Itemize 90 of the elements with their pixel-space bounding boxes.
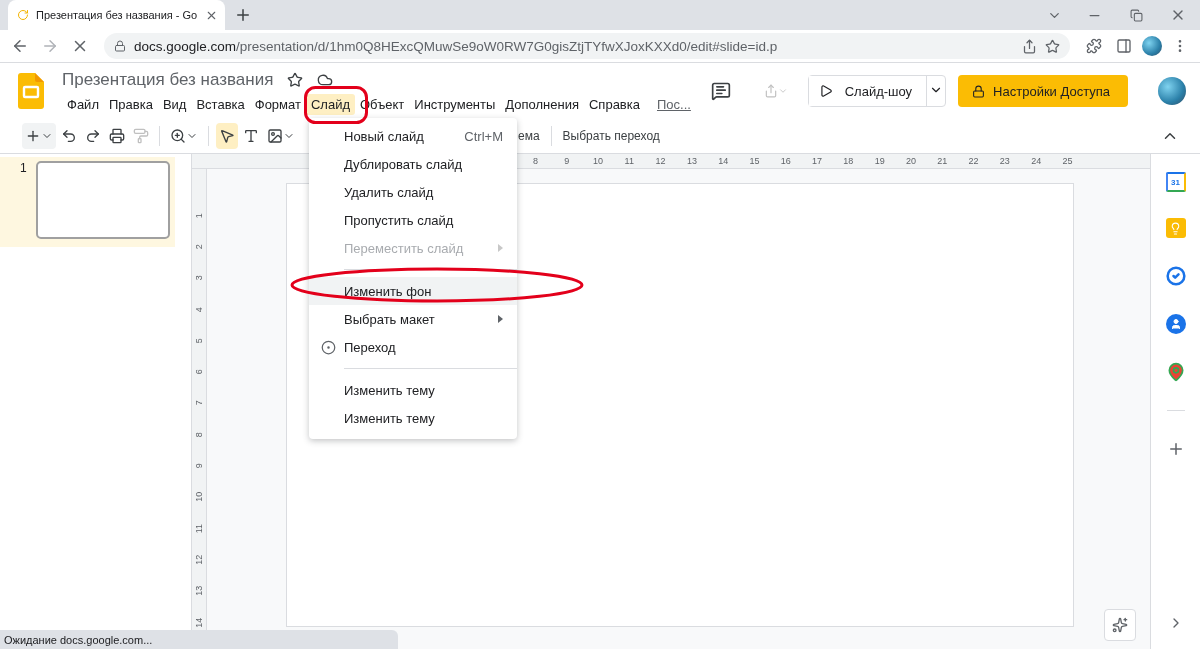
menu-option[interactable]: Изменить тему	[309, 404, 517, 432]
avatar-icon[interactable]	[1142, 36, 1162, 56]
ruler-number: 9	[193, 463, 205, 469]
redo-icon	[85, 128, 101, 144]
ruler-number: 11	[193, 523, 205, 533]
upload-icon	[763, 84, 778, 98]
ruler-number: 13	[193, 585, 205, 596]
ruler-number: 4	[193, 306, 205, 312]
lock-icon	[114, 40, 126, 52]
plus-icon	[25, 128, 41, 144]
avatar-icon[interactable]	[1158, 77, 1186, 105]
ruler-number: 22	[967, 156, 980, 166]
menu-item[interactable]: Справка	[584, 93, 645, 115]
ruler-number: 5	[193, 337, 205, 343]
contact-icon[interactable]	[1165, 314, 1186, 334]
play-icon	[818, 84, 833, 98]
ruler-number: 12	[654, 156, 667, 166]
ruler-number: 23	[998, 156, 1011, 166]
ruler-number: 21	[936, 156, 949, 166]
document-title[interactable]: Презентация без названия	[62, 69, 274, 90]
menu-item[interactable]: Вставка	[191, 93, 250, 115]
menu-item[interactable]: Дополнения	[500, 93, 584, 115]
ruler-number: 10	[592, 156, 604, 166]
ruler-number: 14	[193, 617, 205, 628]
menu-option[interactable]: Дублировать слайд	[309, 150, 517, 178]
bookmark-star-icon[interactable]	[1045, 38, 1060, 54]
ruler-number: 8	[193, 431, 205, 437]
assistant-button[interactable]	[1104, 609, 1136, 641]
ruler-number: 15	[748, 156, 761, 166]
calendar-icon[interactable]: 31	[1165, 172, 1186, 192]
toolbar-text-button[interactable]: ема	[514, 129, 544, 143]
toolbar-text-button[interactable]: Выбрать переход	[558, 129, 664, 143]
ruler-number: 12	[193, 554, 205, 565]
ruler-number: 13	[685, 156, 698, 166]
zoom-icon	[170, 128, 186, 144]
menu-option[interactable]: Переход	[309, 333, 517, 361]
ruler-number: 8	[531, 156, 539, 166]
ruler-number: 7	[193, 400, 205, 406]
new-slide-button[interactable]	[22, 123, 56, 149]
ruler-number: 2	[193, 244, 205, 250]
star-icon[interactable]	[287, 71, 304, 88]
menu-option[interactable]: Выбрать макет	[309, 305, 517, 333]
image-icon	[267, 128, 283, 144]
menu-item[interactable]: Файл	[62, 93, 104, 115]
ruler-number: 25	[1061, 156, 1074, 166]
slideshow-button[interactable]: Слайд-шоу	[808, 76, 928, 106]
ruler-number: 19	[873, 156, 886, 166]
address-field[interactable]: docs.google.com/presentation/d/1hm0Q8HExcQMuwSe9oW0RW7G0gisZtjTYfwXJoxKXXd0/edit#slide=id.p	[104, 33, 1070, 59]
filmstrip-row[interactable]: 1	[0, 157, 175, 247]
caret-icon	[777, 86, 788, 96]
text-box-icon	[243, 128, 259, 144]
last-edit-link[interactable]: Пос...	[657, 96, 691, 112]
menu-item[interactable]: Вид	[157, 93, 192, 115]
select-tool-button[interactable]	[216, 123, 238, 149]
ruler-number: 3	[193, 275, 205, 281]
share-button[interactable]: Настройки Доступа	[958, 75, 1128, 107]
cursor-icon	[219, 128, 235, 144]
slide-number: 1	[20, 161, 28, 177]
ruler-number: 17	[811, 156, 824, 166]
ruler-number: 11	[623, 156, 635, 166]
menu-option[interactable]: Новый слайд Ctrl+M	[309, 122, 517, 150]
ruler-number: 1	[193, 212, 205, 218]
ruler-number: 6	[193, 369, 205, 375]
ruler-number: 10	[193, 491, 205, 502]
task-check-icon[interactable]	[1163, 264, 1188, 288]
menu-option[interactable]: Пропустить слайд	[309, 206, 517, 234]
slide-thumbnail[interactable]	[36, 161, 170, 239]
share-icon[interactable]	[1022, 38, 1037, 54]
lock-icon	[972, 84, 986, 98]
ruler-number: 14	[717, 156, 730, 166]
menu-item[interactable]: Правка	[103, 93, 158, 115]
menu-option[interactable]: Удалить слайд	[309, 178, 517, 206]
sparkle-icon	[1112, 617, 1128, 633]
ruler-number: 9	[563, 156, 571, 166]
menu-item[interactable]: Слайд	[305, 93, 355, 115]
shortcut-label: Ctrl+M	[464, 128, 503, 144]
browser-tab[interactable]: Презентация без названия - Go	[8, 0, 225, 30]
menu-option[interactable]: Изменить тему	[309, 376, 517, 404]
printer-icon	[109, 128, 125, 144]
ruler-number: 16	[779, 156, 792, 166]
ruler-number: 18	[842, 156, 855, 166]
ruler-number: 20	[904, 156, 917, 166]
loading-icon	[16, 8, 30, 22]
ruler-number: 24	[1030, 156, 1043, 166]
transition-icon	[321, 339, 336, 355]
paint-roller-icon	[133, 128, 149, 144]
menu-item[interactable]: Инструменты	[409, 93, 501, 115]
undo-icon	[61, 128, 77, 144]
menu-item[interactable]: Формат	[249, 93, 306, 115]
status-bar: Ожидание docs.google.com...	[0, 630, 398, 649]
